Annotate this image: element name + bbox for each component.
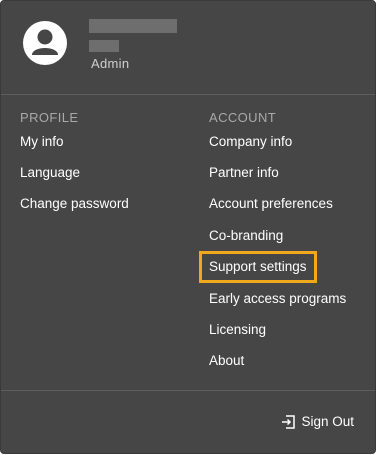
profile-heading: PROFILE [20, 110, 79, 125]
footer-divider [1, 390, 375, 391]
user-avatar-icon[interactable] [23, 21, 67, 65]
menu-item-co-branding[interactable]: Co-branding [209, 228, 283, 243]
menu-item-my-info[interactable]: My info [20, 134, 64, 149]
menu-item-licensing[interactable]: Licensing [209, 322, 266, 337]
menu-item-partner-info[interactable]: Partner info [209, 165, 279, 180]
header-divider [1, 94, 375, 95]
sign-out-label: Sign Out [301, 414, 354, 429]
user-role: Admin [91, 56, 130, 71]
sign-out-button[interactable]: Sign Out [281, 414, 354, 429]
menu-item-about[interactable]: About [209, 353, 244, 368]
menu-item-company-info[interactable]: Company info [209, 134, 292, 149]
menu-item-early-access-programs[interactable]: Early access programs [209, 291, 346, 306]
menu-item-language[interactable]: Language [20, 165, 80, 180]
account-heading: ACCOUNT [209, 110, 277, 125]
menu-item-support-settings[interactable]: Support settings [209, 259, 307, 274]
redacted-user-detail [89, 40, 119, 52]
menu-item-change-password[interactable]: Change password [20, 196, 129, 211]
user-menu-panel: Admin PROFILE My info Language Change pa… [0, 0, 376, 454]
menu-item-account-preferences[interactable]: Account preferences [209, 196, 333, 211]
redacted-user-name [89, 19, 177, 33]
sign-out-icon [282, 414, 296, 429]
